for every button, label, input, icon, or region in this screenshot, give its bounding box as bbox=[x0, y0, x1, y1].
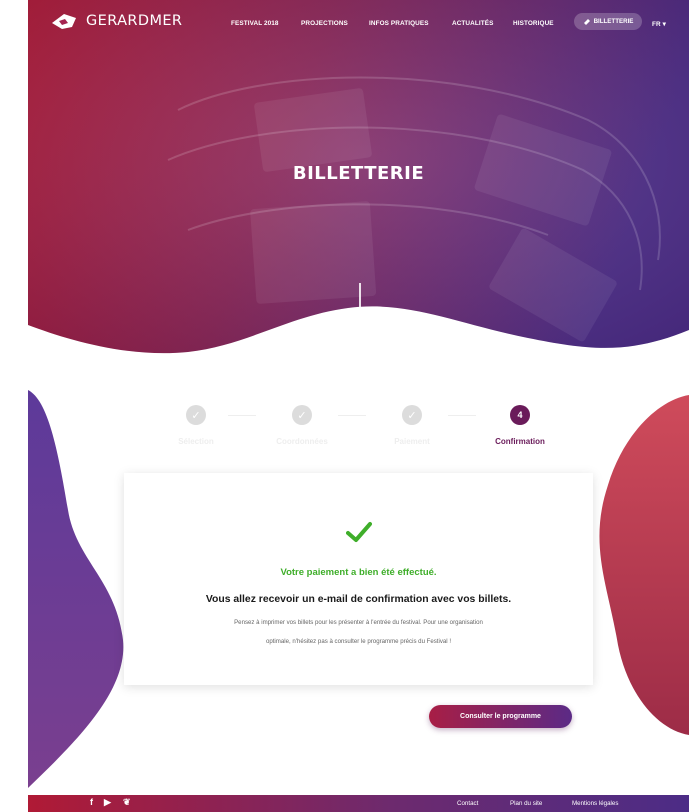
step-label-paiement: Paiement bbox=[394, 437, 430, 446]
ticket-icon bbox=[583, 18, 590, 25]
success-check-icon bbox=[346, 522, 372, 542]
hero-banner: BILLETTERIE GERARDMER FESTIVAL 2018 PROJ… bbox=[28, 0, 689, 380]
step-4-circle: 4 bbox=[510, 405, 530, 425]
logo-icon bbox=[52, 14, 76, 29]
scroll-indicator bbox=[359, 283, 361, 338]
step-label-selection: Sélection bbox=[178, 437, 214, 446]
confirmation-body-line-1: Pensez à imprimer vos billets pour les p… bbox=[234, 619, 483, 626]
nav-item-infos-pratiques[interactable]: INFOS PRATIQUES bbox=[369, 20, 429, 27]
step-3-circle: ✓ bbox=[402, 405, 422, 425]
language-selector[interactable]: FR ▾ bbox=[652, 20, 666, 28]
site-logo[interactable]: GERARDMER bbox=[50, 11, 182, 31]
payment-success-message: Votre paiement a bien été effectué. bbox=[280, 567, 437, 578]
confirmation-headline: Vous allez recevoir un e-mail de confirm… bbox=[205, 594, 512, 605]
youtube-icon[interactable]: ▶ bbox=[104, 797, 111, 808]
view-program-button[interactable]: Consulter le programme bbox=[429, 705, 572, 728]
confirmation-card: Votre paiement a bien été effectué. Vous… bbox=[124, 473, 593, 685]
checkmark-icon: ✓ bbox=[407, 408, 417, 422]
page: BILLETTERIE GERARDMER FESTIVAL 2018 PROJ… bbox=[28, 0, 689, 812]
ticket-nav-button[interactable]: BILLETTERIE bbox=[574, 13, 642, 30]
checkmark-icon: ✓ bbox=[191, 408, 201, 422]
nav-item-projections[interactable]: PROJECTIONS bbox=[301, 20, 348, 27]
footer-link-legal[interactable]: Mentions légales bbox=[572, 800, 618, 807]
step-4-number: 4 bbox=[517, 410, 523, 420]
footer-link-sitemap[interactable]: Plan du site bbox=[510, 800, 542, 807]
step-connector bbox=[228, 415, 256, 416]
view-program-label: Consulter le programme bbox=[460, 713, 541, 720]
top-navigation: GERARDMER FESTIVAL 2018 PROJECTIONS INFO… bbox=[28, 0, 689, 42]
nav-item-actualites[interactable]: ACTUALITÉS bbox=[452, 20, 493, 27]
facebook-icon[interactable]: f bbox=[90, 797, 93, 807]
nav-item-historique[interactable]: HISTORIQUE bbox=[513, 20, 554, 27]
confirmation-body: Pensez à imprimer vos billets pour les p… bbox=[184, 613, 533, 651]
page-title: BILLETTERIE bbox=[292, 163, 425, 184]
footer-link-contact[interactable]: Contact bbox=[457, 800, 478, 807]
step-connector bbox=[338, 415, 366, 416]
step-label-coordonnees: Coordonnées bbox=[276, 437, 328, 446]
confirmation-body-line-2: optimale, n'hésitez pas à consulter le p… bbox=[265, 638, 452, 645]
step-connector bbox=[448, 415, 476, 416]
step-2-circle: ✓ bbox=[292, 405, 312, 425]
decorative-blob-right bbox=[599, 395, 689, 735]
checkmark-icon: ✓ bbox=[297, 408, 307, 422]
step-1-circle: ✓ bbox=[186, 405, 206, 425]
nav-item-festival[interactable]: FESTIVAL 2018 bbox=[231, 20, 279, 27]
site-footer: f ▶ ❦ Contact Plan du site Mentions léga… bbox=[28, 795, 689, 812]
step-label-confirmation: Confirmation bbox=[495, 437, 545, 446]
logo-text: GERARDMER bbox=[86, 13, 183, 29]
ticket-nav-label: BILLETTERIE bbox=[593, 18, 634, 25]
twitter-icon[interactable]: ❦ bbox=[123, 797, 131, 808]
checkout-stepper: ✓ ✓ ✓ 4 Sélection Coordonnées Paiement C… bbox=[28, 402, 689, 452]
